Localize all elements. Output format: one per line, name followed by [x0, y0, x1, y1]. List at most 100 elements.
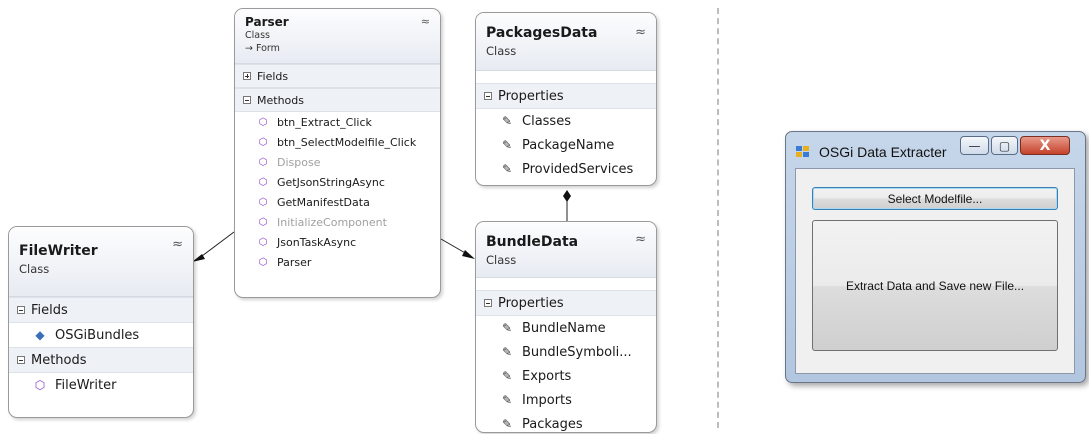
member-row[interactable]: ⬡ FileWriter — [9, 373, 193, 397]
class-name: BundleData — [486, 234, 579, 250]
member-name: PackageName — [522, 137, 615, 153]
section-label: Properties — [498, 88, 564, 104]
member-row[interactable]: ✎ PackageName — [476, 133, 656, 157]
member-row[interactable]: ⬡ Dispose — [235, 152, 440, 172]
member-name: BundleSymboli... — [522, 344, 632, 360]
member-row[interactable]: ✎ Classes — [476, 109, 656, 133]
association-arrowhead-bundledata — [462, 250, 475, 259]
protected-method-icon: ⬡ — [258, 156, 268, 168]
section-properties[interactable]: Properties — [476, 290, 656, 316]
class-stereotype: Class — [486, 44, 517, 58]
member-row[interactable]: ⬡ JsonTaskAsync — [235, 232, 440, 252]
class-name: FileWriter — [19, 243, 98, 259]
section-label: Methods — [31, 352, 87, 368]
member-name: Packages — [522, 416, 583, 432]
collapse-minus-icon[interactable] — [484, 92, 492, 100]
method-icon: ⬡ — [258, 236, 268, 248]
property-wrench-icon: ✎ — [501, 114, 513, 128]
member-row[interactable]: ⬡ Parser — [235, 252, 440, 272]
collapse-minus-icon[interactable] — [484, 299, 492, 307]
member-name: Classes — [522, 113, 571, 129]
member-name: GetManifestData — [277, 195, 370, 209]
section-properties[interactable]: Properties — [476, 83, 656, 109]
section-fields[interactable]: Fields — [235, 64, 440, 88]
association-parser-filewriter — [197, 231, 235, 260]
member-row[interactable]: ✎ BundleName — [476, 316, 656, 340]
member-name: OSGiBundles — [55, 327, 140, 343]
class-header: PackagesData Class ≈ — [476, 13, 656, 71]
maximize-button[interactable]: ▢ — [991, 136, 1018, 155]
property-wrench-icon: ✎ — [501, 321, 513, 335]
member-row[interactable]: ◆ OSGiBundles — [9, 323, 193, 347]
member-row[interactable]: ✎ ProvidedServices — [476, 157, 656, 181]
composition-diamond — [563, 190, 571, 202]
member-name: InitializeComponent — [277, 215, 387, 229]
private-method-icon: ⬡ — [258, 116, 268, 128]
member-name: btn_Extract_Click — [277, 115, 372, 129]
app-icon — [796, 146, 810, 158]
member-row[interactable]: ✎ Imports — [476, 388, 656, 412]
member-row[interactable]: ⬡ GetJsonStringAsync — [235, 172, 440, 192]
dashed-divider — [717, 8, 719, 428]
method-icon: ⬡ — [258, 176, 268, 188]
member-row[interactable]: ⬡ InitializeComponent — [235, 212, 440, 232]
minimize-icon: — — [968, 138, 981, 153]
section-label: Properties — [498, 295, 564, 311]
section-methods[interactable]: Methods — [235, 88, 440, 112]
member-name: Parser — [277, 255, 312, 269]
collapse-chevron-icon[interactable]: ≈ — [635, 232, 646, 247]
member-row[interactable]: ✎ Exports — [476, 364, 656, 388]
close-icon: X — [1039, 137, 1051, 154]
class-name: PackagesData — [486, 25, 598, 41]
class-base-type: → Form — [245, 43, 280, 54]
class-stereotype: Class — [245, 30, 270, 41]
member-name: JsonTaskAsync — [277, 235, 357, 249]
member-row[interactable]: ⬡ btn_Extract_Click — [235, 112, 440, 132]
section-methods[interactable]: Methods — [9, 347, 193, 373]
collapse-minus-icon[interactable] — [17, 356, 25, 364]
class-filewriter[interactable]: FileWriter Class ≈ Fields ◆ OSGiBundles M… — [8, 226, 194, 418]
property-wrench-icon: ✎ — [501, 417, 513, 431]
member-name: btn_SelectModelfile_Click — [277, 135, 417, 149]
collapse-chevron-icon[interactable]: ≈ — [172, 237, 183, 252]
member-name: Imports — [522, 392, 572, 408]
association-parser-bundledata — [440, 238, 468, 255]
window-title: OSGi Data Extracter — [819, 144, 947, 160]
close-button[interactable]: X — [1020, 136, 1070, 155]
class-bundledata[interactable]: BundleData Class ≈ Properties ✎ BundleNam… — [475, 221, 657, 433]
section-label: Methods — [257, 93, 304, 107]
member-row[interactable]: ⬡ GetManifestData — [235, 192, 440, 212]
member-name: BundleName — [522, 320, 606, 336]
property-wrench-icon: ✎ — [501, 345, 513, 359]
class-header: BundleData Class ≈ — [476, 222, 656, 278]
window-client-area: Select Modelfile... Extract Data and Sav… — [795, 168, 1075, 374]
member-row[interactable]: ✎ BundleSymboli... — [476, 340, 656, 364]
member-row[interactable]: ⬡ btn_SelectModelfile_Click — [235, 132, 440, 152]
class-packagesdata[interactable]: PackagesData Class ≈ Properties ✎ Classes… — [475, 12, 657, 186]
extract-data-button[interactable]: Extract Data and Save new File... — [812, 220, 1058, 351]
private-method-icon: ⬡ — [258, 196, 268, 208]
class-header: Parser Class → Form ≈ — [235, 9, 440, 64]
property-wrench-icon: ✎ — [501, 162, 513, 176]
window-titlebar[interactable]: OSGi Data Extracter — ▢ X — [786, 132, 1085, 168]
private-field-icon: ◆ — [35, 328, 45, 342]
class-parser[interactable]: Parser Class → Form ≈ Fields Methods ⬡ bt… — [234, 8, 441, 298]
member-name: Dispose — [277, 155, 321, 169]
collapse-chevron-icon[interactable]: ≈ — [421, 15, 430, 28]
select-modelfile-button[interactable]: Select Modelfile... — [812, 187, 1058, 210]
property-wrench-icon: ✎ — [501, 138, 513, 152]
collapse-minus-icon[interactable] — [243, 96, 251, 104]
maximize-icon: ▢ — [998, 138, 1011, 153]
member-row[interactable]: ✎ Packages — [476, 412, 656, 432]
minimize-button[interactable]: — — [960, 136, 989, 155]
private-method-icon: ⬡ — [258, 136, 268, 148]
app-window[interactable]: OSGi Data Extracter — ▢ X Select Modelfi… — [785, 131, 1086, 383]
class-name: Parser — [245, 15, 289, 29]
expand-plus-icon[interactable] — [243, 72, 251, 80]
section-label: Fields — [257, 69, 289, 83]
collapse-minus-icon[interactable] — [17, 306, 25, 314]
collapse-chevron-icon[interactable]: ≈ — [635, 25, 646, 40]
class-stereotype: Class — [486, 253, 517, 267]
section-fields[interactable]: Fields — [9, 297, 193, 323]
class-stereotype: Class — [19, 262, 50, 276]
